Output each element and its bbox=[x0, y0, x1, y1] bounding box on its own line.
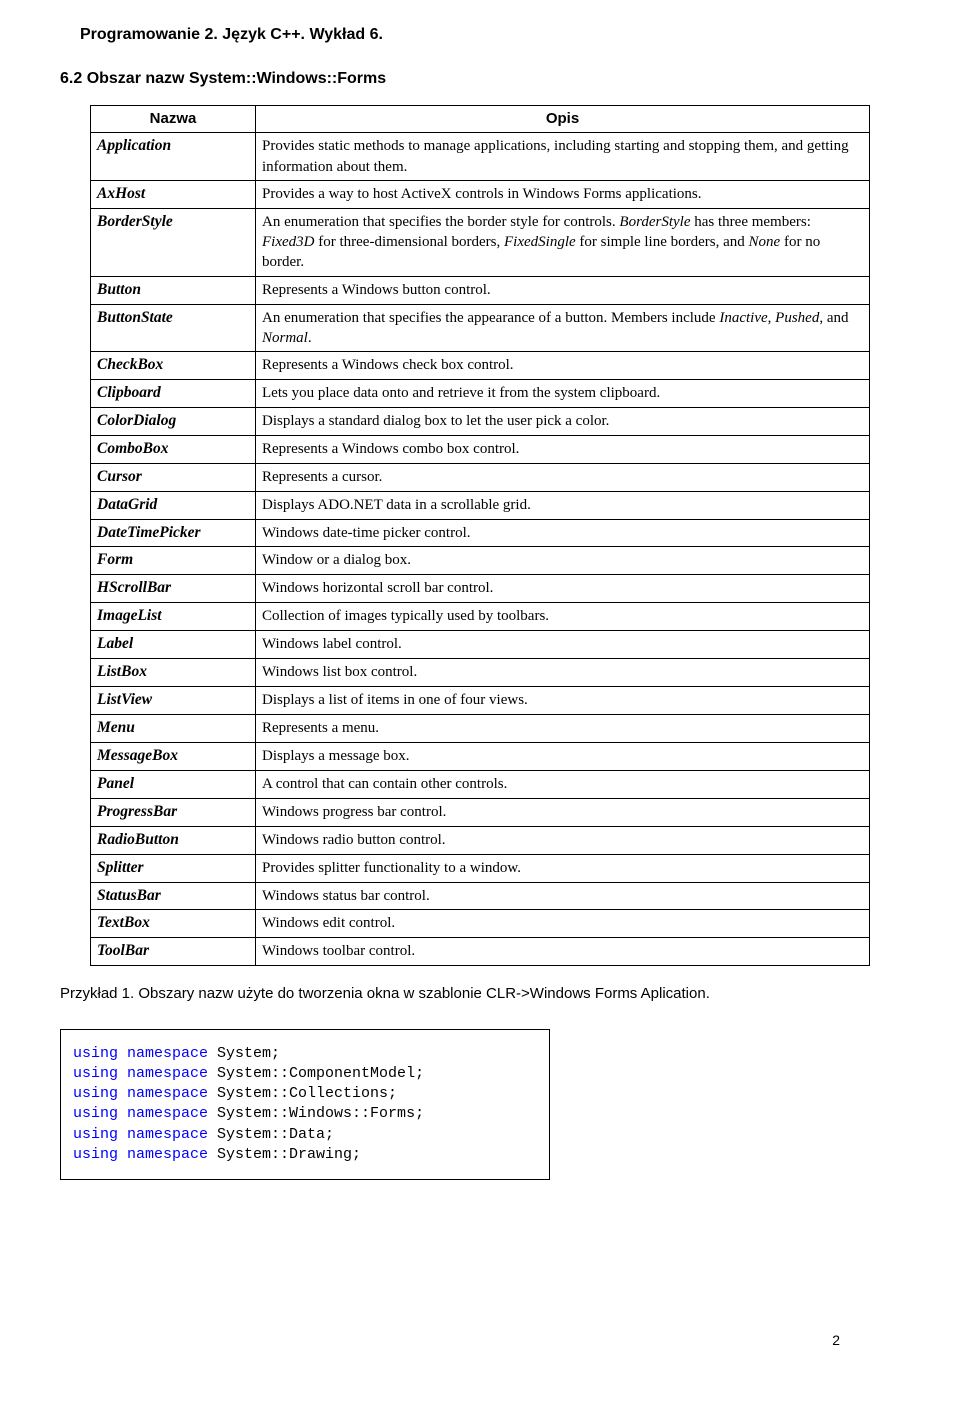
code-line: using namespace System; bbox=[73, 1044, 537, 1064]
table-row: ButtonStateAn enumeration that specifies… bbox=[91, 304, 870, 352]
code-line: using namespace System::Collections; bbox=[73, 1084, 537, 1104]
table-row: PanelA control that can contain other co… bbox=[91, 770, 870, 798]
cell-desc: Windows date-time picker control. bbox=[256, 519, 870, 547]
cell-desc: Displays a list of items in one of four … bbox=[256, 687, 870, 715]
cell-name: StatusBar bbox=[91, 882, 256, 910]
table-row: CheckBoxRepresents a Windows check box c… bbox=[91, 352, 870, 380]
cell-desc: Windows horizontal scroll bar control. bbox=[256, 575, 870, 603]
table-row: ApplicationProvides static methods to ma… bbox=[91, 133, 870, 181]
cell-name: Splitter bbox=[91, 854, 256, 882]
example-caption: Przykład 1. Obszary nazw użyte do tworze… bbox=[60, 984, 900, 1004]
cell-name: Clipboard bbox=[91, 379, 256, 407]
table-row: LabelWindows label control. bbox=[91, 631, 870, 659]
cell-name: ColorDialog bbox=[91, 407, 256, 435]
cell-name: ProgressBar bbox=[91, 798, 256, 826]
table-row: ComboBoxRepresents a Windows combo box c… bbox=[91, 435, 870, 463]
cell-name: ImageList bbox=[91, 603, 256, 631]
table-row: SplitterProvides splitter functionality … bbox=[91, 854, 870, 882]
cell-desc: Displays ADO.NET data in a scrollable gr… bbox=[256, 491, 870, 519]
cell-desc: Window or a dialog box. bbox=[256, 547, 870, 575]
cell-desc: Provides static methods to manage applic… bbox=[256, 133, 870, 181]
table-row: DataGridDisplays ADO.NET data in a scrol… bbox=[91, 491, 870, 519]
code-line: using namespace System::Windows::Forms; bbox=[73, 1104, 537, 1124]
cell-name: DataGrid bbox=[91, 491, 256, 519]
cell-desc: Windows status bar control. bbox=[256, 882, 870, 910]
code-line: using namespace System::Data; bbox=[73, 1125, 537, 1145]
cell-name: Button bbox=[91, 276, 256, 304]
cell-desc: Represents a Windows combo box control. bbox=[256, 435, 870, 463]
cell-desc: Provides splitter functionality to a win… bbox=[256, 854, 870, 882]
cell-name: ButtonState bbox=[91, 304, 256, 352]
cell-name: CheckBox bbox=[91, 352, 256, 380]
table-row: ImageListCollection of images typically … bbox=[91, 603, 870, 631]
cell-desc: Windows progress bar control. bbox=[256, 798, 870, 826]
code-line: using namespace System::ComponentModel; bbox=[73, 1064, 537, 1084]
cell-name: MessageBox bbox=[91, 742, 256, 770]
table-row: ListViewDisplays a list of items in one … bbox=[91, 687, 870, 715]
section-heading: 6.2 Obszar nazw System::Windows::Forms bbox=[60, 68, 900, 90]
document-header: Programowanie 2. Język C++. Wykład 6. bbox=[80, 24, 900, 46]
table-row: RadioButtonWindows radio button control. bbox=[91, 826, 870, 854]
table-row: ColorDialogDisplays a standard dialog bo… bbox=[91, 407, 870, 435]
cell-name: ToolBar bbox=[91, 938, 256, 966]
table-row: ClipboardLets you place data onto and re… bbox=[91, 379, 870, 407]
cell-name: ListBox bbox=[91, 659, 256, 687]
col-header-name: Nazwa bbox=[91, 106, 256, 133]
cell-desc: A control that can contain other control… bbox=[256, 770, 870, 798]
cell-desc: Displays a standard dialog box to let th… bbox=[256, 407, 870, 435]
code-block: using namespace System;using namespace S… bbox=[60, 1029, 550, 1181]
table-row: StatusBarWindows status bar control. bbox=[91, 882, 870, 910]
table-row: TextBoxWindows edit control. bbox=[91, 910, 870, 938]
table-row: ToolBarWindows toolbar control. bbox=[91, 938, 870, 966]
cell-desc: Windows label control. bbox=[256, 631, 870, 659]
table-row: HScrollBar Windows horizontal scroll bar… bbox=[91, 575, 870, 603]
cell-name: BorderStyle bbox=[91, 208, 256, 276]
cell-name: Application bbox=[91, 133, 256, 181]
table-row: AxHostProvides a way to host ActiveX con… bbox=[91, 180, 870, 208]
table-row: CursorRepresents a cursor. bbox=[91, 463, 870, 491]
table-row: BorderStyleAn enumeration that specifies… bbox=[91, 208, 870, 276]
page-number: 2 bbox=[832, 1331, 840, 1350]
table-row: MessageBoxDisplays a message box. bbox=[91, 742, 870, 770]
namespace-table: Nazwa Opis ApplicationProvides static me… bbox=[90, 105, 870, 966]
cell-name: RadioButton bbox=[91, 826, 256, 854]
table-row: ButtonRepresents a Windows button contro… bbox=[91, 276, 870, 304]
cell-desc: Windows radio button control. bbox=[256, 826, 870, 854]
cell-name: Menu bbox=[91, 715, 256, 743]
code-line: using namespace System::Drawing; bbox=[73, 1145, 537, 1165]
cell-desc: Windows toolbar control. bbox=[256, 938, 870, 966]
cell-desc: Represents a menu. bbox=[256, 715, 870, 743]
table-row: ProgressBar Windows progress bar control… bbox=[91, 798, 870, 826]
cell-desc: Provides a way to host ActiveX controls … bbox=[256, 180, 870, 208]
cell-desc: An enumeration that specifies the appear… bbox=[256, 304, 870, 352]
cell-desc: Represents a Windows check box control. bbox=[256, 352, 870, 380]
cell-desc: Represents a Windows button control. bbox=[256, 276, 870, 304]
cell-name: HScrollBar bbox=[91, 575, 256, 603]
cell-name: Form bbox=[91, 547, 256, 575]
cell-desc: Displays a message box. bbox=[256, 742, 870, 770]
cell-name: Label bbox=[91, 631, 256, 659]
cell-name: DateTimePicker bbox=[91, 519, 256, 547]
cell-name: Cursor bbox=[91, 463, 256, 491]
table-row: ListBox Windows list box control. bbox=[91, 659, 870, 687]
cell-desc: Collection of images typically used by t… bbox=[256, 603, 870, 631]
table-row: MenuRepresents a menu. bbox=[91, 715, 870, 743]
table-row: FormWindow or a dialog box. bbox=[91, 547, 870, 575]
cell-desc: Windows edit control. bbox=[256, 910, 870, 938]
cell-desc: Windows list box control. bbox=[256, 659, 870, 687]
cell-name: ListView bbox=[91, 687, 256, 715]
cell-desc: Represents a cursor. bbox=[256, 463, 870, 491]
col-header-desc: Opis bbox=[256, 106, 870, 133]
cell-desc: Lets you place data onto and retrieve it… bbox=[256, 379, 870, 407]
cell-desc: An enumeration that specifies the border… bbox=[256, 208, 870, 276]
cell-name: Panel bbox=[91, 770, 256, 798]
table-row: DateTimePicker Windows date-time picker … bbox=[91, 519, 870, 547]
cell-name: TextBox bbox=[91, 910, 256, 938]
cell-name: ComboBox bbox=[91, 435, 256, 463]
cell-name: AxHost bbox=[91, 180, 256, 208]
